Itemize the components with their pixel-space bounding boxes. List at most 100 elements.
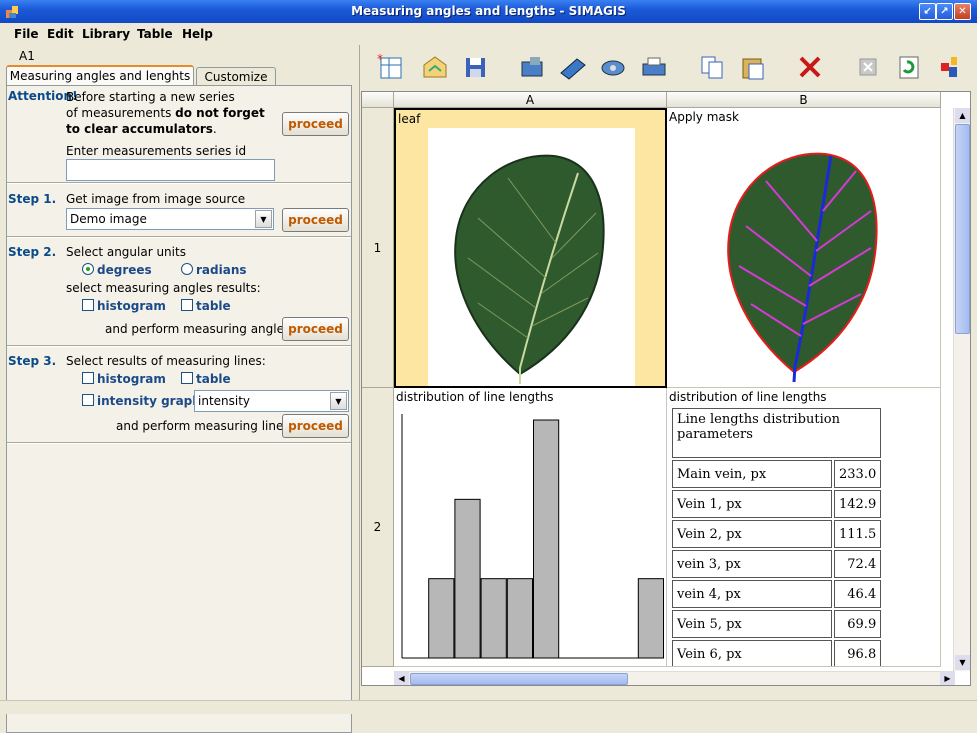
table-row: Vein 5, px 69.9 [672, 610, 882, 638]
histogram-bar [533, 419, 560, 659]
row-header-1[interactable]: 1 [362, 108, 394, 388]
menu-table[interactable]: Table [137, 27, 173, 41]
table-row: Vein 1, px 142.9 [672, 490, 882, 518]
attention-line3: to clear accumulators. [66, 122, 217, 136]
open-icon[interactable] [420, 53, 450, 83]
spreadsheet-grid: A B 1 2 leaf Apply mask distribution of … [361, 91, 971, 686]
divider [7, 182, 351, 184]
divider [7, 345, 351, 347]
table-row: vein 4, px 46.4 [672, 580, 882, 608]
refresh-icon[interactable] [894, 53, 924, 83]
cell-b2-title: distribution of line lengths [669, 390, 827, 404]
cell-b1[interactable]: Apply mask [667, 108, 941, 388]
vertical-scrollbar[interactable]: ▲ ▼ [953, 108, 970, 671]
minimize-button[interactable]: ↙ [919, 3, 936, 20]
microscope-icon[interactable] [598, 53, 628, 83]
step3-text: Select results of measuring lines: [66, 354, 266, 368]
row-value: 142.9 [834, 490, 882, 518]
row-value: 111.5 [834, 520, 882, 548]
leaf-image [428, 128, 635, 386]
chevron-down-icon[interactable]: ▼ [330, 392, 347, 410]
lines-histogram-checkbox[interactable] [82, 372, 94, 384]
divider [7, 236, 351, 238]
angles-perform-text: and perform measuring angles [105, 322, 291, 336]
menu-file[interactable]: File [14, 27, 39, 41]
cell-a1[interactable]: leaf [394, 108, 667, 388]
row-label: Vein 6, px [672, 640, 832, 666]
step1-label: Step 1. [8, 192, 57, 206]
new-sheet-icon[interactable]: * [376, 52, 406, 83]
intensity-graphs-checkbox[interactable] [82, 394, 94, 406]
wizard-icon[interactable] [936, 53, 966, 83]
row-label: vein 4, px [672, 580, 832, 608]
histogram-bar [506, 578, 534, 659]
menu-help[interactable]: Help [182, 27, 213, 41]
tab-customize[interactable]: Customize [196, 67, 276, 87]
column-header-b[interactable]: B [667, 92, 941, 108]
proceed-step2-button[interactable]: proceed [282, 317, 349, 341]
proceed-step3-button[interactable]: proceed [282, 414, 349, 438]
step1-text: Get image from image source [66, 192, 246, 206]
row-value: 233.0 [834, 460, 882, 488]
lines-table-checkbox[interactable] [181, 372, 193, 384]
copy-icon[interactable] [697, 53, 727, 83]
title-bar: Measuring angles and lengths - SIMAGIS ↙… [0, 0, 977, 23]
menu-edit[interactable]: Edit [47, 27, 74, 41]
histogram-bar [637, 578, 665, 659]
series-id-input[interactable] [66, 159, 275, 181]
divider [7, 442, 351, 444]
menu-library[interactable]: Library [82, 27, 130, 41]
tab-measuring[interactable]: Measuring angles and lenghts [6, 65, 194, 85]
table-row: Vein 6, px 96.8 [672, 640, 882, 666]
table-row: Vein 2, px 111.5 [672, 520, 882, 548]
cell-a1-title: leaf [398, 112, 421, 126]
image-source-select[interactable]: Demo image ▼ [66, 208, 274, 230]
corner-header [362, 92, 394, 108]
printer-icon[interactable] [639, 53, 669, 83]
maximize-button[interactable]: ↗ [936, 3, 953, 20]
scroll-up-icon[interactable]: ▲ [955, 108, 970, 123]
radians-label: radians [196, 263, 247, 277]
attention-line2: of measurements do not forget [66, 106, 265, 120]
attention-line1: Before starting a new series [66, 90, 235, 104]
horizontal-scroll-thumb[interactable] [410, 673, 628, 685]
scanner-icon[interactable] [558, 53, 588, 83]
svg-text:*: * [377, 53, 383, 66]
proceed-step1-button[interactable]: proceed [282, 208, 349, 232]
degrees-radio[interactable] [82, 263, 94, 275]
lines-perform-text: and perform measuring lines [116, 419, 290, 433]
vertical-scroll-thumb[interactable] [955, 124, 970, 334]
scroll-left-icon[interactable]: ◀ [394, 672, 409, 685]
status-bar [0, 700, 977, 714]
angles-histogram-label: histogram [97, 299, 166, 313]
intensity-select[interactable]: intensity ▼ [194, 390, 349, 412]
masked-leaf-image [721, 126, 891, 384]
camera-icon[interactable] [517, 53, 547, 83]
radians-radio[interactable] [181, 263, 193, 275]
column-header-a[interactable]: A [394, 92, 667, 108]
histogram-bar [480, 578, 507, 659]
row-label: Vein 2, px [672, 520, 832, 548]
row-label: Vein 5, px [672, 610, 832, 638]
angles-histogram-checkbox[interactable] [82, 299, 94, 311]
angles-table-checkbox[interactable] [181, 299, 193, 311]
scroll-down-icon[interactable]: ▼ [955, 655, 970, 670]
row-label: vein 3, px [672, 550, 832, 578]
paste-icon[interactable] [738, 53, 768, 83]
horizontal-scrollbar[interactable]: ◀ ▶ [394, 671, 955, 685]
save-icon[interactable] [460, 53, 490, 83]
splitter[interactable] [352, 45, 360, 700]
step2-label: Step 2. [8, 245, 57, 259]
row-value: 46.4 [834, 580, 882, 608]
cell-b2[interactable]: distribution of line lengths Line length… [667, 388, 941, 667]
series-id-label: Enter measurements series id [66, 144, 247, 158]
close-button[interactable]: ✕ [954, 3, 971, 20]
proceed-clear-button[interactable]: proceed [282, 112, 349, 136]
histogram-bar [454, 498, 481, 659]
row-header-2[interactable]: 2 [362, 388, 394, 667]
cell-a2[interactable]: distribution of line lengths [394, 388, 667, 667]
chevron-down-icon[interactable]: ▼ [255, 210, 272, 228]
scroll-right-icon[interactable]: ▶ [940, 672, 955, 685]
step2-text: Select angular units [66, 245, 186, 259]
delete-icon[interactable] [795, 53, 825, 83]
